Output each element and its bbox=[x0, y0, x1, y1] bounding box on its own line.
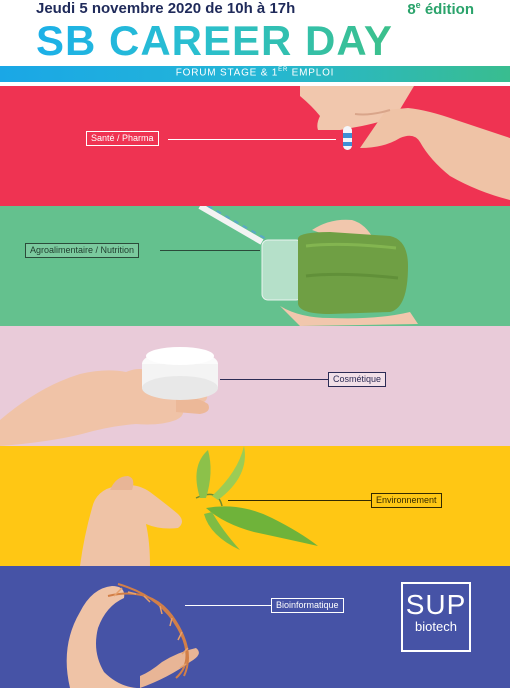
ribbon-subtitle: FORUM STAGE & 1ER EMPLOI bbox=[0, 67, 510, 78]
band-connector-line bbox=[168, 139, 336, 140]
cream-hand-icon bbox=[0, 347, 218, 446]
band-connector-line bbox=[185, 605, 271, 606]
sector-label-agroalimentaire: Agroalimentaire / Nutrition bbox=[25, 243, 140, 258]
edition-word: édition bbox=[420, 1, 474, 18]
edition-number: 8 bbox=[407, 1, 416, 18]
supbiotech-logo: SUP biotech bbox=[401, 582, 471, 652]
sector-band-environnement: Environnement bbox=[0, 446, 510, 566]
ribbon-main: FORUM STAGE & 1 bbox=[175, 67, 279, 79]
sector-band-bioinformatique: Bioinformatique SUP biotech bbox=[0, 566, 510, 688]
sector-band-cosmetique: Cosmétique bbox=[0, 326, 510, 446]
band-connector-line bbox=[228, 500, 371, 501]
sector-band-agroalimentaire: Agroalimentaire / Nutrition bbox=[0, 206, 510, 326]
logo-bottom-text: biotech bbox=[415, 619, 457, 634]
ribbon-superscript: ER bbox=[278, 67, 289, 73]
page-title: SB CAREER DAY bbox=[36, 17, 393, 64]
jar-hand-icon bbox=[198, 206, 418, 326]
sector-label-bioinformatique: Bioinformatique bbox=[271, 598, 344, 613]
sector-label-sante-pharma: Santé / Pharma bbox=[86, 131, 159, 146]
ribbon-end: EMPLOI bbox=[288, 67, 335, 79]
logo-top-text: SUP bbox=[405, 589, 467, 620]
sector-label-cosmetique: Cosmétique bbox=[328, 372, 387, 387]
sector-label-environnement: Environnement bbox=[371, 493, 442, 508]
header: Jeudi 5 novembre 2020 de 10h à 17h 8e éd… bbox=[0, 0, 510, 86]
edition-badge: 8e édition bbox=[407, 0, 474, 18]
band-connector-line bbox=[220, 379, 328, 380]
sector-band-sante-pharma: Santé / Pharma bbox=[0, 86, 510, 206]
band-connector-line bbox=[160, 250, 260, 251]
event-date: Jeudi 5 novembre 2020 de 10h à 17h bbox=[36, 0, 296, 17]
pill-hand-icon bbox=[300, 86, 510, 200]
